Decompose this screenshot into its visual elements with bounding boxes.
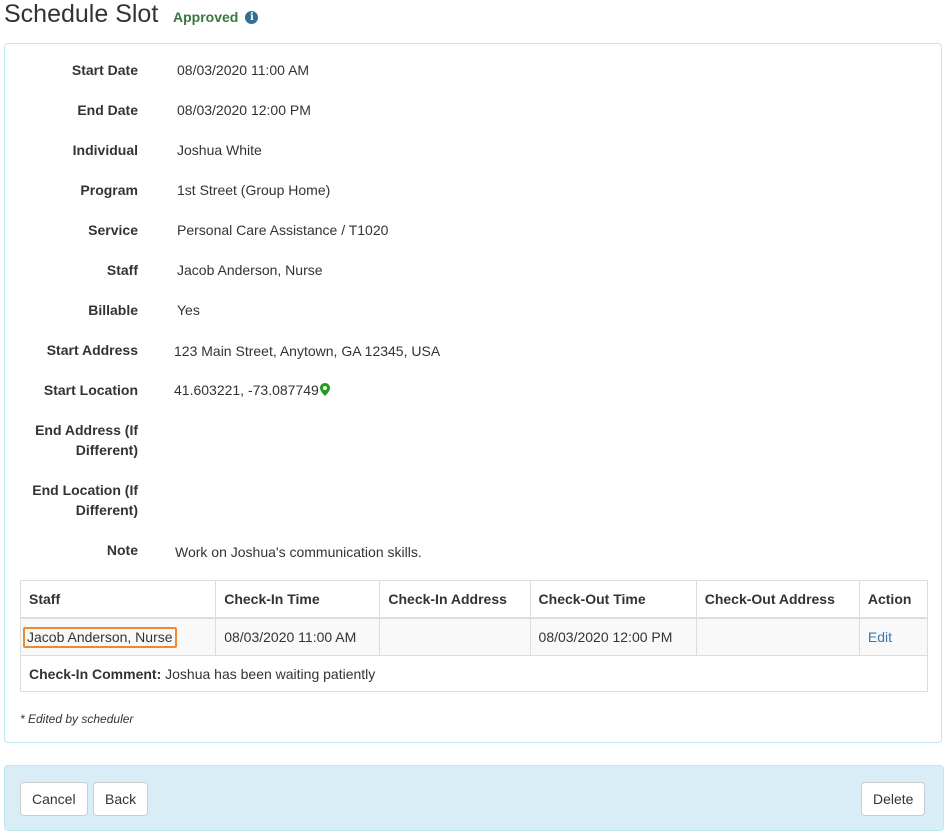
note-label: Note bbox=[106, 542, 138, 558]
header-action: Action bbox=[858, 580, 929, 619]
cell-checkout-time: 08/03/2020 12:00 PM bbox=[529, 617, 697, 656]
page-title: Schedule Slot bbox=[4, 0, 159, 28]
checkin-comment-label: Check-In Comment: bbox=[29, 665, 162, 682]
comment-row: Check-In Comment: Joshua has been waitin… bbox=[20, 655, 928, 692]
cell-checkout-address bbox=[695, 617, 860, 656]
program-label: Program bbox=[80, 182, 138, 198]
checkin-table: Staff Check-In Time Check-In Address Che… bbox=[19, 580, 929, 692]
start-date-label: Start Date bbox=[71, 62, 138, 78]
cell-action: Edit bbox=[858, 617, 929, 656]
header-checkin-time: Check-In Time bbox=[215, 580, 381, 619]
end-date-label: End Date bbox=[77, 102, 138, 118]
footnote: * Edited by scheduler bbox=[20, 712, 134, 726]
end-location-label-line2: Different) bbox=[75, 502, 138, 518]
end-address-label: End Address (If Different) bbox=[0, 420, 138, 460]
edit-link[interactable]: Edit bbox=[868, 629, 892, 645]
info-icon[interactable]: i bbox=[245, 10, 259, 24]
cancel-button[interactable]: Cancel bbox=[20, 782, 88, 816]
cell-staff: Jacob Anderson, Nurse bbox=[19, 617, 217, 656]
status-badge: Approved bbox=[173, 9, 239, 25]
delete-button[interactable]: Delete bbox=[861, 782, 926, 816]
header-staff: Staff bbox=[19, 580, 217, 619]
checkin-comment-text: Joshua has been waiting patiently bbox=[165, 665, 376, 682]
staff-name-highlighted[interactable]: Jacob Anderson, Nurse bbox=[23, 626, 177, 648]
service-label: Service bbox=[88, 222, 138, 238]
individual-value: Joshua White bbox=[177, 142, 262, 158]
schedule-details-panel: Start Date 08/03/2020 11:00 AM End Date … bbox=[4, 43, 942, 743]
map-marker-icon[interactable] bbox=[319, 381, 330, 401]
end-address-label-line1: End Address (If bbox=[35, 422, 138, 438]
service-value: Personal Care Assistance / T1020 bbox=[177, 222, 389, 238]
header-checkout-time: Check-Out Time bbox=[529, 580, 697, 619]
individual-label: Individual bbox=[72, 142, 138, 158]
footer-panel: Cancel Back Delete bbox=[4, 765, 944, 831]
cell-checkin-time: 08/03/2020 11:00 AM bbox=[215, 617, 381, 656]
end-location-label-line1: End Location (If bbox=[32, 482, 138, 498]
checkin-comment-cell: Check-In Comment: Joshua has been waitin… bbox=[20, 655, 928, 692]
billable-value: Yes bbox=[177, 302, 200, 318]
staff-label: Staff bbox=[106, 262, 138, 278]
program-value: 1st Street (Group Home) bbox=[177, 182, 331, 198]
start-location-value: 41.603221, -73.087749 bbox=[174, 382, 319, 398]
cell-checkin-address bbox=[379, 617, 531, 656]
status-wrap: Approved i bbox=[173, 9, 259, 25]
end-address-label-line2: Different) bbox=[75, 442, 138, 458]
table-header-row: Staff Check-In Time Check-In Address Che… bbox=[19, 580, 929, 619]
end-date-value: 08/03/2020 12:00 PM bbox=[177, 102, 311, 118]
start-address-value: 123 Main Street, Anytown, GA 12345, USA bbox=[174, 343, 441, 359]
start-location-value-wrap: 41.603221, -73.087749 bbox=[174, 380, 330, 401]
back-button[interactable]: Back bbox=[93, 782, 149, 816]
table-row: Jacob Anderson, Nurse 08/03/2020 11:00 A… bbox=[19, 617, 929, 656]
end-location-label: End Location (If Different) bbox=[0, 480, 138, 520]
header-checkin-address: Check-In Address bbox=[379, 580, 531, 619]
start-date-value: 08/03/2020 11:00 AM bbox=[177, 62, 310, 78]
header-checkout-address: Check-Out Address bbox=[695, 580, 860, 619]
start-address-label: Start Address bbox=[46, 342, 138, 358]
note-value: Work on Joshua's communication skills. bbox=[175, 544, 422, 560]
staff-value: Jacob Anderson, Nurse bbox=[177, 262, 323, 278]
start-location-label: Start Location bbox=[43, 382, 138, 398]
billable-label: Billable bbox=[88, 302, 138, 318]
